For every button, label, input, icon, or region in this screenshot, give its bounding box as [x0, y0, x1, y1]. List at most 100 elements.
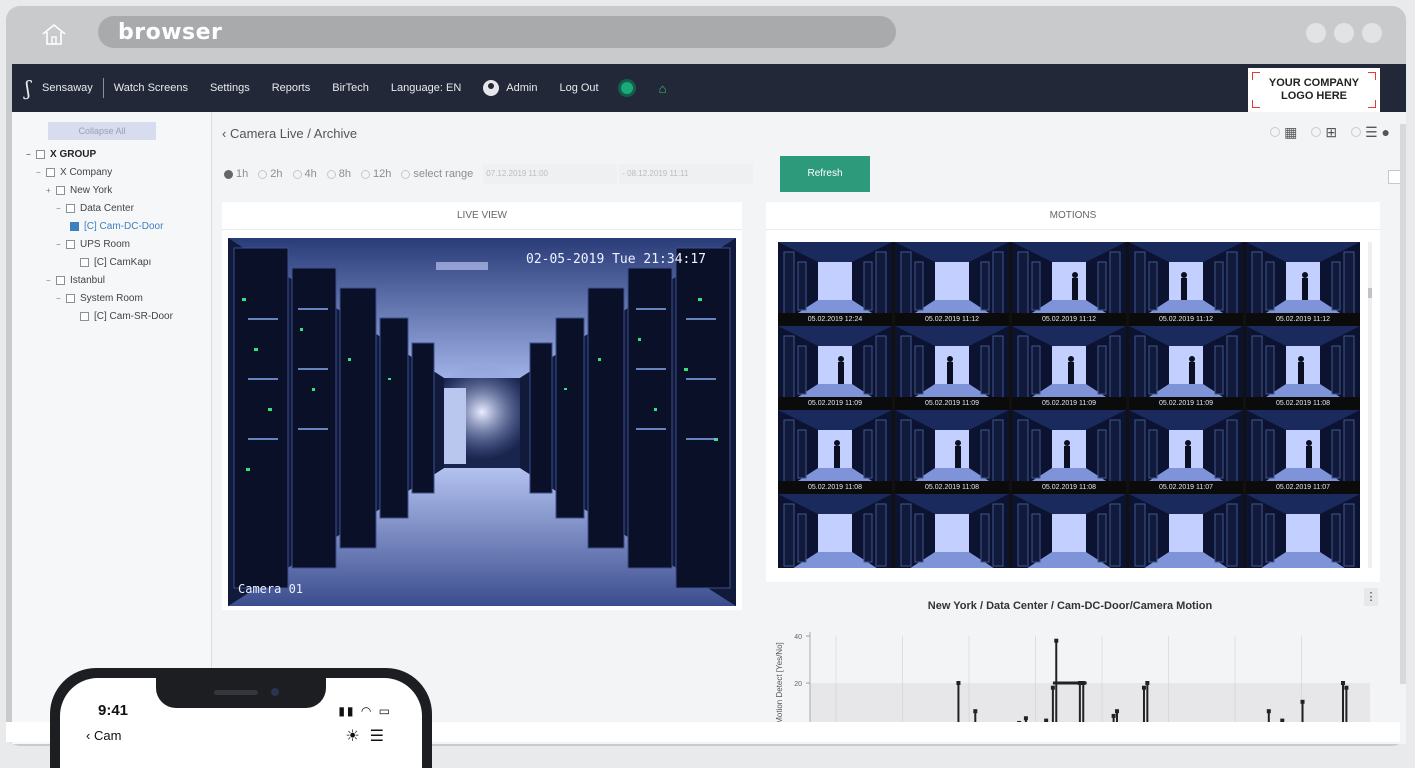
tree-item-istanbul[interactable]: − Istanbul [46, 272, 105, 288]
app-window: ʃ Sensaway Watch Screens Settings Report… [12, 64, 1406, 744]
phone-back-button[interactable]: ‹ Cam [86, 728, 121, 743]
checkbox-icon [66, 239, 75, 249]
motion-thumbnail[interactable]: 05.02.2019 12:24 [778, 242, 892, 326]
logo-line-1: YOUR COMPANY [1268, 77, 1360, 89]
range-option-1h[interactable]: 1h [224, 168, 248, 180]
window-dot-icon[interactable] [1306, 23, 1326, 43]
y-tick-label: 20 [794, 681, 802, 688]
breadcrumb[interactable]: ‹ Camera Live / Archive [222, 126, 357, 141]
collapse-all-button[interactable]: Collapse All [48, 122, 156, 140]
tree-item-x-company[interactable]: − X Company [36, 164, 112, 180]
motion-thumbnail[interactable]: 05.02.2019 11:08 [1246, 326, 1360, 410]
y-tick-label: 40 [794, 634, 802, 641]
motion-point [1023, 716, 1028, 721]
motion-thumbnail[interactable] [778, 494, 892, 568]
motion-timestamp: 05.02.2019 11:08 [1012, 481, 1126, 494]
motion-thumbnail[interactable]: 05.02.2019 11:08 [778, 410, 892, 494]
range-from-input[interactable]: 07.12.2019 11:00 [483, 164, 618, 184]
tree-item-data-center[interactable]: − Data Center [56, 200, 134, 216]
motion-thumbnail[interactable]: 05.02.2019 11:08 [895, 410, 1009, 494]
layout-list-icon[interactable]: ☰ ● [1351, 124, 1390, 141]
sidebar: Collapse All − X GROUP − X Company + New Yo… [12, 112, 212, 744]
motion-thumbnail[interactable]: 05.02.2019 11:12 [1246, 242, 1360, 326]
back-chevron-icon: ‹ [222, 126, 230, 141]
motion-frame-image [895, 494, 1009, 568]
motion-timestamp: 05.02.2019 11:12 [1129, 313, 1243, 326]
motion-timestamp: 05.02.2019 11:07 [1246, 481, 1360, 494]
motion-thumbnail[interactable]: 05.02.2019 11:12 [895, 242, 1009, 326]
nav-logout[interactable]: Log Out [559, 82, 598, 94]
top-navigation: ʃ Sensaway Watch Screens Settings Report… [12, 64, 1406, 112]
tree-item-system-room[interactable]: − System Room [56, 290, 143, 306]
address-bar[interactable]: browser [98, 16, 896, 48]
tree-item-ups-room[interactable]: − UPS Room [56, 236, 130, 252]
motion-point [1054, 638, 1059, 643]
nav-language[interactable]: Language: EN [391, 82, 461, 94]
tree-item-camkapi[interactable]: [C] CamKapı [80, 254, 151, 270]
home-icon[interactable]: ⌂ [659, 81, 667, 96]
browser-frame: browser ʃ Sensaway Watch Screens Setting… [6, 6, 1406, 746]
motion-thumbnail[interactable] [1012, 494, 1126, 568]
menu-icon[interactable]: ☰ [370, 728, 394, 745]
sensaway-logo-icon[interactable]: ʃ [14, 76, 42, 100]
nav-admin[interactable]: Admin [483, 80, 537, 96]
nav-divider [102, 78, 104, 98]
nav-watch-screens[interactable]: Watch Screens [114, 82, 188, 94]
phone-notch [156, 678, 326, 708]
motion-thumbnail[interactable]: 05.02.2019 11:07 [1129, 410, 1243, 494]
motion-thumbnail[interactable]: 05.02.2019 11:08 [1012, 410, 1126, 494]
motions-scrollbar[interactable] [1368, 242, 1372, 568]
range-option-4h[interactable]: 4h [292, 168, 317, 180]
motion-timestamp: 05.02.2019 11:09 [778, 397, 892, 410]
brightness-icon[interactable]: ☀ [345, 728, 369, 745]
tree-item-cam-sr-door[interactable]: [C] Cam-SR-Door [80, 308, 173, 324]
range-to-input[interactable]: - 08.12.2019 11:11 [619, 164, 754, 184]
admin-label: Admin [506, 81, 538, 94]
motion-thumbnail[interactable]: 05.02.2019 11:09 [1012, 326, 1126, 410]
motion-thumbnail[interactable]: 05.02.2019 11:09 [778, 326, 892, 410]
motion-thumbnail[interactable] [895, 494, 1009, 568]
motion-chart: ⋮ New York / Data Center / Cam-DC-Door/C… [760, 588, 1380, 744]
range-option-2h[interactable]: 2h [258, 168, 283, 180]
window-dot-icon[interactable] [1362, 23, 1382, 43]
nav-settings[interactable]: Settings [210, 82, 250, 94]
motion-frame-image [1012, 494, 1126, 568]
live-view-panel: LIVE VIEW 02-05-2019 Tue 21:34:17 Camera… [222, 202, 742, 610]
motion-point [1300, 699, 1305, 704]
tree-item-cam-dc-door[interactable]: [C] Cam-DC-Door [70, 218, 163, 234]
motion-timestamp: 05.02.2019 11:07 [1129, 481, 1243, 494]
nav-reports[interactable]: Reports [272, 82, 311, 94]
motion-timestamp: 05.02.2019 11:08 [1246, 397, 1360, 410]
range-option-select[interactable]: select range [401, 168, 473, 180]
range-option-12h[interactable]: 12h [361, 168, 391, 180]
motion-thumbnail[interactable]: 05.02.2019 11:09 [895, 326, 1009, 410]
tree-item-new-york[interactable]: + New York [46, 182, 112, 198]
live-camera-feed[interactable]: 02-05-2019 Tue 21:34:17 Camera 01 [228, 238, 736, 606]
live-view-title: LIVE VIEW [222, 202, 742, 230]
motion-thumbnail[interactable] [1129, 494, 1243, 568]
window-dot-icon[interactable] [1334, 23, 1354, 43]
checkbox-icon [80, 311, 89, 321]
nav-brand[interactable]: Sensaway [42, 82, 93, 94]
motion-thumbnail[interactable] [1246, 494, 1360, 568]
refresh-button[interactable]: Refresh [780, 156, 870, 192]
motion-thumbnail[interactable]: 05.02.2019 11:09 [1129, 326, 1243, 410]
range-option-8h[interactable]: 8h [326, 168, 351, 180]
signal-wifi-battery-icon: ▮▮ ◠ ▭ [338, 704, 392, 718]
motion-thumbnail[interactable]: 05.02.2019 11:12 [1129, 242, 1243, 326]
checkbox-icon [66, 293, 75, 303]
checkbox-icon [66, 203, 75, 213]
layout-single-icon[interactable]: ▦ [1270, 124, 1297, 141]
nav-birtech[interactable]: BirTech [332, 82, 369, 94]
tree-item-x-group[interactable]: − X GROUP [26, 146, 96, 162]
layout-grid-icon[interactable]: ⊞ [1311, 124, 1337, 141]
motion-timestamp: 05.02.2019 11:12 [1012, 313, 1126, 326]
motion-timestamp: 05.02.2019 11:09 [895, 397, 1009, 410]
motion-thumbnail[interactable]: 05.02.2019 11:12 [1012, 242, 1126, 326]
window-controls [1306, 23, 1382, 43]
motion-thumbnail[interactable]: 05.02.2019 11:07 [1246, 410, 1360, 494]
page-scrollbar[interactable] [1400, 124, 1406, 684]
checkbox-icon [56, 185, 65, 195]
motion-timestamp: 05.02.2019 12:24 [778, 313, 892, 326]
home-icon[interactable] [40, 22, 68, 46]
